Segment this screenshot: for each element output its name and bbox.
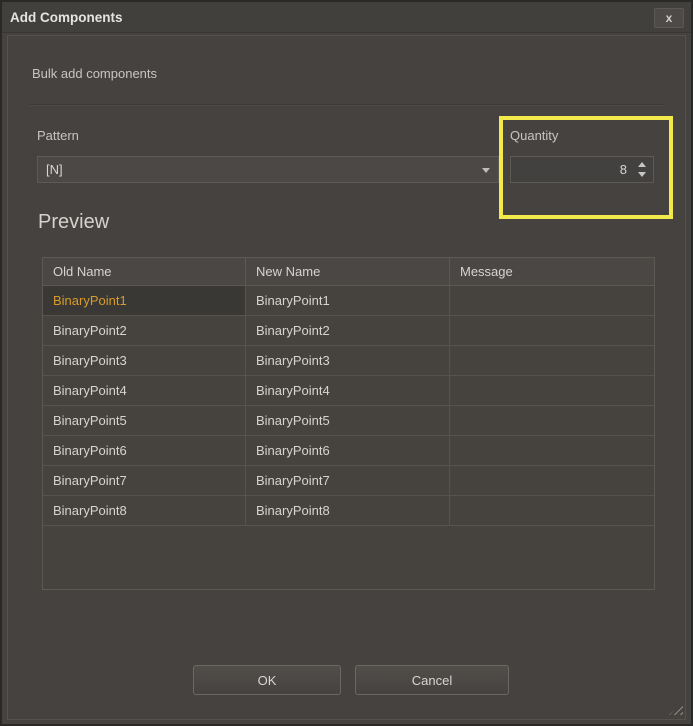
bulk-add-label: Bulk add components — [32, 66, 157, 81]
cell-new-name[interactable]: BinaryPoint8 — [246, 496, 450, 525]
close-icon: x — [666, 11, 673, 25]
column-header-old-name[interactable]: Old Name — [43, 258, 246, 285]
cell-new-name[interactable]: BinaryPoint4 — [246, 376, 450, 405]
preview-heading: Preview — [38, 211, 109, 234]
pattern-dropdown-value: [N] — [46, 162, 63, 177]
cell-old-name[interactable]: BinaryPoint5 — [43, 406, 246, 435]
ok-button[interactable]: OK — [193, 665, 341, 695]
add-components-dialog: Add Components x Bulk add components Pat… — [0, 0, 693, 726]
cell-message[interactable] — [450, 286, 654, 315]
table-header-row: Old Name New Name Message — [43, 258, 654, 286]
cell-old-name[interactable]: BinaryPoint7 — [43, 466, 246, 495]
quantity-stepper[interactable]: 8 — [510, 156, 654, 183]
table-row[interactable]: BinaryPoint8 BinaryPoint8 — [43, 496, 654, 526]
spinner-down-icon[interactable] — [638, 172, 646, 177]
cell-message[interactable] — [450, 316, 654, 345]
cell-old-name[interactable]: BinaryPoint1 — [43, 286, 246, 315]
cell-old-name[interactable]: BinaryPoint2 — [43, 316, 246, 345]
preview-table: Old Name New Name Message BinaryPoint1 B… — [42, 257, 655, 590]
dialog-title: Add Components — [10, 10, 123, 25]
table-row[interactable]: BinaryPoint2 BinaryPoint2 — [43, 316, 654, 346]
cell-old-name[interactable]: BinaryPoint8 — [43, 496, 246, 525]
cancel-button[interactable]: Cancel — [355, 665, 509, 695]
title-bar[interactable]: Add Components — [2, 2, 691, 33]
cancel-button-label: Cancel — [412, 673, 452, 688]
table-row[interactable]: BinaryPoint1 BinaryPoint1 — [43, 286, 654, 316]
table-row[interactable]: BinaryPoint7 BinaryPoint7 — [43, 466, 654, 496]
cell-message[interactable] — [450, 496, 654, 525]
quantity-value[interactable]: 8 — [511, 157, 627, 182]
cell-new-name[interactable]: BinaryPoint1 — [246, 286, 450, 315]
cell-message[interactable] — [450, 376, 654, 405]
cell-old-name[interactable]: BinaryPoint4 — [43, 376, 246, 405]
cell-message[interactable] — [450, 346, 654, 375]
close-button[interactable]: x — [654, 8, 684, 28]
cell-new-name[interactable]: BinaryPoint7 — [246, 466, 450, 495]
table-row[interactable]: BinaryPoint5 BinaryPoint5 — [43, 406, 654, 436]
cell-new-name[interactable]: BinaryPoint2 — [246, 316, 450, 345]
cell-old-name[interactable]: BinaryPoint6 — [43, 436, 246, 465]
pattern-dropdown[interactable]: [N] — [37, 156, 499, 183]
table-row[interactable]: BinaryPoint6 BinaryPoint6 — [43, 436, 654, 466]
cell-message[interactable] — [450, 466, 654, 495]
quantity-label: Quantity — [510, 128, 558, 143]
cell-new-name[interactable]: BinaryPoint5 — [246, 406, 450, 435]
table-row[interactable]: BinaryPoint3 BinaryPoint3 — [43, 346, 654, 376]
cell-message[interactable] — [450, 406, 654, 435]
section-divider — [30, 104, 664, 106]
cell-old-name[interactable]: BinaryPoint3 — [43, 346, 246, 375]
cell-new-name[interactable]: BinaryPoint6 — [246, 436, 450, 465]
ok-button-label: OK — [258, 673, 277, 688]
column-header-new-name[interactable]: New Name — [246, 258, 450, 285]
pattern-label: Pattern — [37, 128, 79, 143]
cell-message[interactable] — [450, 436, 654, 465]
spinner-up-icon[interactable] — [638, 162, 646, 167]
table-row[interactable]: BinaryPoint4 BinaryPoint4 — [43, 376, 654, 406]
column-header-message[interactable]: Message — [450, 258, 654, 285]
cell-new-name[interactable]: BinaryPoint3 — [246, 346, 450, 375]
chevron-down-icon — [482, 168, 490, 173]
spinner-buttons — [637, 161, 647, 178]
